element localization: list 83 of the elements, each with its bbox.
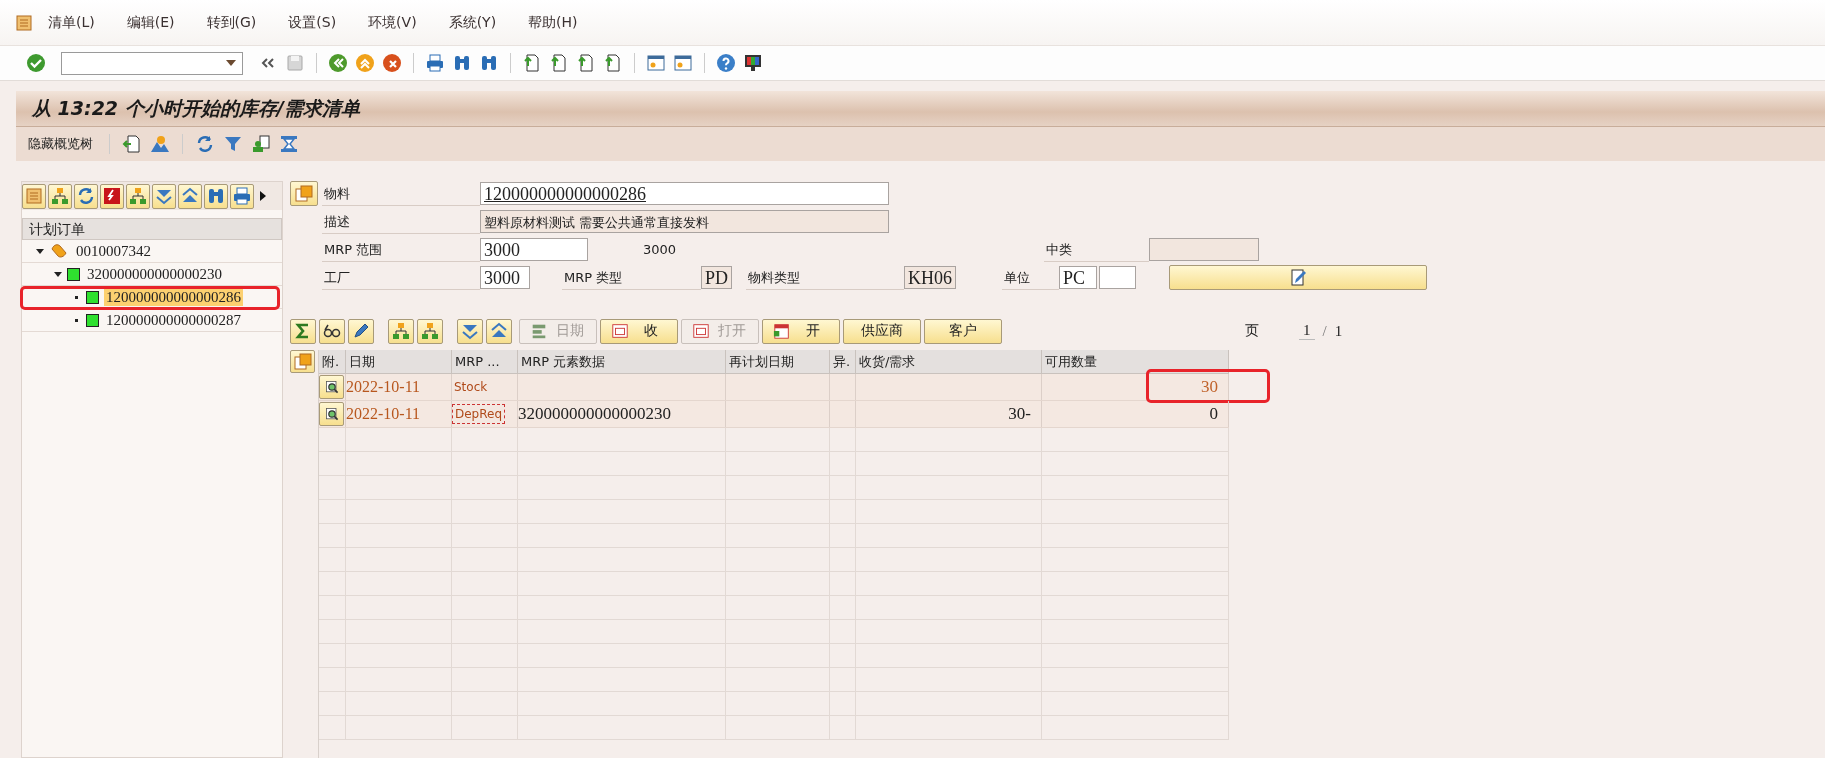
previous-page-icon[interactable] [549,53,569,73]
enter-icon[interactable] [26,53,46,73]
menu-item[interactable]: 设置(S) [288,13,337,32]
menu-item[interactable]: 编辑(E) [126,13,175,32]
column-header[interactable]: 日期 [346,350,452,373]
scroll-icon [49,241,69,261]
bullet-icon [75,295,78,299]
edit-icon[interactable] [1288,267,1308,288]
plant-field[interactable]: 3000 [480,266,530,289]
exit-icon[interactable] [355,53,375,73]
page-total: 1 [1334,322,1343,340]
back-page-icon[interactable] [122,134,142,154]
mountains-icon[interactable] [150,134,170,154]
unit-extra-field[interactable] [1099,266,1136,289]
toolbar-button[interactable]: 客户 [924,318,1002,344]
page-number-field[interactable]: 1 [1299,322,1315,340]
find-next-icon[interactable] [479,53,499,73]
hide-tree-button[interactable]: 隐藏概览树 [24,133,97,155]
help-icon[interactable] [716,53,736,73]
document-icon [611,322,629,340]
page-separator: / [1322,322,1327,340]
material-field[interactable]: 120000000000000286 [480,182,889,205]
toolbar-button[interactable]: 收 [600,318,678,344]
menu-item[interactable]: 清单(L) [48,13,95,32]
list-icon [530,322,548,340]
column-header[interactable]: MRP ... [452,350,518,373]
table-cell-text: Stock [453,379,489,396]
unit-field[interactable]: PC [1059,266,1097,289]
column-header[interactable]: 收货/需求 [856,350,1042,373]
tree-item[interactable]: 320000000000000230 [85,265,224,283]
table-cell: 2022-10-11 [346,401,452,427]
table-cell: DepReq [452,404,506,424]
tree-item[interactable]: 120000000000000287 [104,311,243,329]
edit-button[interactable] [1169,265,1427,290]
expand-arrow-icon[interactable] [36,248,44,254]
menu-item[interactable]: 帮助(H) [528,13,578,32]
table-cell: 2022-10-11 [346,374,452,400]
mrp-area-field[interactable]: 3000 [480,238,588,261]
toolbar-button[interactable]: 开 [762,318,840,344]
back-icon[interactable] [328,53,348,73]
status-square-icon [86,313,99,327]
shortcut-icon[interactable] [673,53,693,73]
more-arrow-icon[interactable] [260,191,266,201]
table-cell: 0 [1209,404,1218,424]
column-header[interactable]: 附. [319,350,346,373]
bullet-icon [75,318,78,322]
menu-item[interactable]: 转到(G) [206,13,257,32]
hourglass-icon[interactable] [279,134,299,154]
mrp-type-field: PD [701,266,732,289]
table-cell: 320000000000000230 [518,404,671,424]
table-cell: 30- [1008,404,1031,424]
user-icon[interactable] [251,134,271,154]
column-header[interactable]: 异. [830,350,856,373]
filter-icon[interactable] [223,134,243,154]
last-page-icon[interactable] [603,53,623,73]
calendar-icon [773,322,791,340]
print-icon[interactable] [425,53,445,73]
material-type-field: KH06 [904,266,956,289]
page-label: 页 [1245,322,1259,340]
mrp-area-text: 3000 [642,242,678,257]
find-icon[interactable] [452,53,472,73]
column-header[interactable]: 再计划日期 [726,350,830,373]
document-icon [692,322,710,340]
menu-item[interactable]: 环境(V) [368,13,417,32]
first-page-icon[interactable] [522,53,542,73]
description-field: 塑料原材料测试 需要公共通常直接发料 [480,210,889,233]
command-field[interactable] [61,51,243,75]
column-header[interactable]: 可用数量 [1042,350,1229,373]
new-session-icon[interactable] [646,53,666,73]
cancel-icon[interactable] [382,53,402,73]
status-square-icon [67,267,80,281]
menu-item[interactable]: 系统(Y) [448,13,497,32]
status-square-icon [86,290,99,304]
tree-item[interactable]: 0010007342 [74,242,153,260]
refresh-icon[interactable] [195,134,215,154]
next-page-icon[interactable] [576,53,596,73]
expand-arrow-icon[interactable] [54,271,62,277]
menu-icon[interactable] [14,12,34,33]
tree-header: 计划订单 [22,218,282,240]
screen-title: 从 13:22 个小时开始的库存/需求清单 [32,95,360,121]
table-cell: 30 [1201,377,1218,397]
column-header[interactable]: MRP 元素数据 [518,350,726,373]
toolbar-button[interactable]: 供应商 [843,318,921,344]
